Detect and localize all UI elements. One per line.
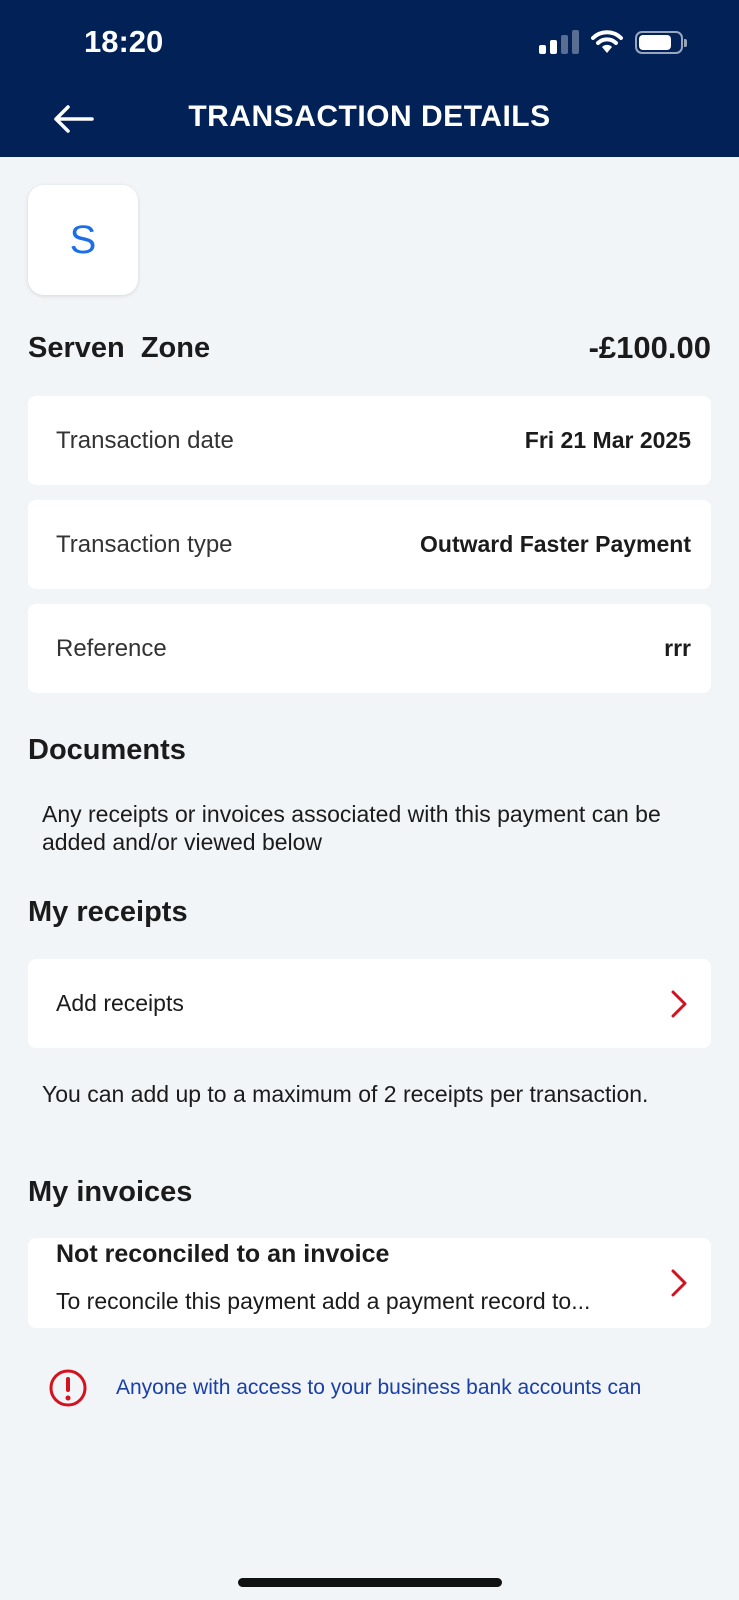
chevron-right-icon <box>671 1269 687 1297</box>
status-time: 18:20 <box>84 24 164 59</box>
documents-description: Any receipts or invoices associated with… <box>42 801 661 855</box>
add-receipts-button[interactable]: Add receipts <box>28 959 711 1048</box>
app-header: 18:20 TRANSACTION DETAILS <box>0 0 739 157</box>
notice-text[interactable]: Anyone with access to your business bank… <box>116 1376 641 1400</box>
payee-name: Serven Zone <box>28 331 211 364</box>
receipts-heading: My receipts <box>28 896 188 928</box>
invoice-status: Not reconciled to an invoice <box>56 1240 390 1268</box>
home-indicator <box>238 1578 502 1587</box>
invoice-hint: To reconcile this payment add a payment … <box>56 1288 591 1314</box>
detail-row-transaction-date: Transaction date Fri 21 Mar 2025 <box>28 396 711 485</box>
invoices-heading: My invoices <box>28 1176 193 1208</box>
detail-value: rrr <box>664 635 691 661</box>
alert-circle-icon <box>49 1369 87 1407</box>
chevron-right-icon <box>671 990 687 1017</box>
payee-avatar: S <box>28 185 138 295</box>
detail-row-transaction-type: Transaction type Outward Faster Payment <box>28 500 711 589</box>
receipts-note: You can add up to a maximum of 2 receipt… <box>42 1081 649 1107</box>
detail-label: Reference <box>56 634 167 662</box>
cellular-signal-icon <box>539 30 579 54</box>
documents-heading: Documents <box>28 734 186 766</box>
access-notice: Anyone with access to your business bank… <box>48 1368 641 1408</box>
payee-initial: S <box>69 217 97 262</box>
detail-label: Transaction type <box>56 530 233 558</box>
battery-icon <box>635 30 687 54</box>
invoice-status-card[interactable]: Not reconciled to an invoice To reconcil… <box>28 1238 711 1328</box>
detail-value: Fri 21 Mar 2025 <box>524 427 691 453</box>
detail-label: Transaction date <box>56 426 234 454</box>
detail-row-reference: Reference rrr <box>28 604 711 693</box>
payee-row: Serven Zone -£100.00 <box>28 330 711 366</box>
add-receipts-label: Add receipts <box>56 990 184 1016</box>
page-title: TRANSACTION DETAILS <box>188 100 551 133</box>
status-icons <box>539 30 687 54</box>
wifi-icon <box>591 30 623 53</box>
transaction-amount: -£100.00 <box>588 330 711 365</box>
detail-value: Outward Faster Payment <box>420 531 691 557</box>
